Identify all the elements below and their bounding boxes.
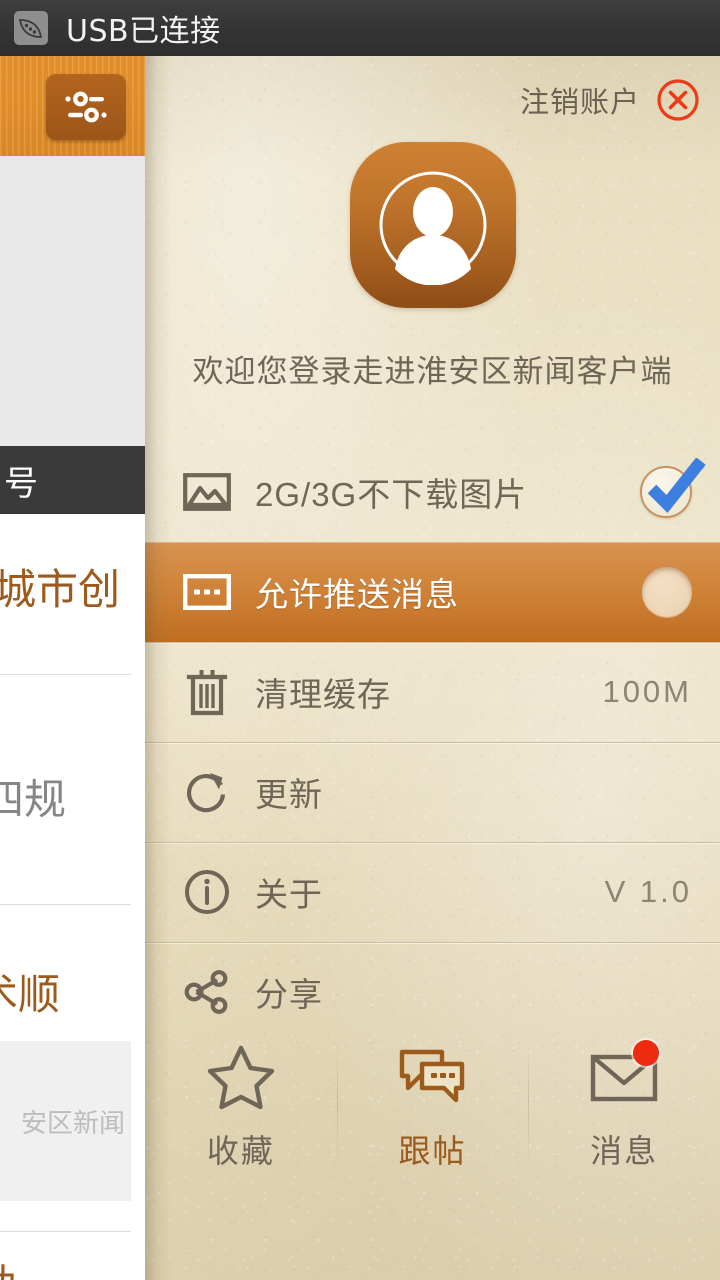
setting-row-update[interactable]: 更新 [145,742,720,842]
background-section-bar-text: 号 [4,464,38,503]
info-icon [181,866,233,918]
tab-favorites[interactable]: 收藏 [145,1036,337,1172]
logout-account-button[interactable]: 注销账户 [520,78,700,122]
welcome-message: 欢迎您登录走进淮安区新闻客户端 [192,354,673,389]
background-divider-3 [0,1231,131,1232]
envelope-icon [587,1040,661,1112]
tab-comments[interactable]: 跟帖 [336,1036,529,1172]
settings-list: 2G/3G不下载图片 允许推送消息 清理缓存 100M 更新 关于 V 1.0 … [145,442,720,1042]
setting-label: 2G/3G不下载图片 [255,476,528,513]
check-icon [647,458,706,514]
setting-row-about[interactable]: 关于 V 1.0 [145,842,720,942]
background-section-bar: 号 [0,446,145,514]
trash-icon [181,666,233,718]
background-app-header [0,56,145,156]
tab-label: 消息 [590,1133,659,1169]
background-placeholder-caption: 安区新闻 [20,1107,125,1138]
setting-label: 更新 [255,776,323,813]
setting-label: 分享 [255,976,323,1013]
setting-row-share[interactable]: 分享 [145,942,720,1042]
image-icon [181,466,233,518]
message-box-icon [181,566,233,618]
close-circle-icon[interactable] [656,78,700,122]
background-divider-1 [0,674,131,675]
share-icon [181,966,233,1018]
app-screen: 号 城市创 四规 术顺 安区新闻 动 注销账户 [0,0,720,1280]
settings-drawer: 注销账户 欢迎您登录走进淮安区新闻客户端 2G/3G不下载图片 允许推送消息 清… [145,56,720,1280]
version-value: V 1.0 [604,874,692,909]
background-divider-2 [0,904,131,905]
checkbox-allow-push-notifications[interactable] [642,567,692,617]
background-snippet-4: 动 [0,1251,16,1280]
tab-label: 跟帖 [398,1133,467,1169]
status-bar: USB已连接 [0,0,720,56]
chat-bubbles-icon [396,1042,470,1112]
settings-button[interactable] [46,74,126,140]
background-snippet-2: 四规 [0,776,67,823]
unread-badge [633,1040,660,1066]
setting-row-allow-push-notifications[interactable]: 允许推送消息 [145,542,720,642]
background-gray-strip [0,156,145,446]
checkbox-no-image-on-mobile-data[interactable] [640,458,706,518]
cache-size-value: 100M [602,674,692,709]
tab-label: 收藏 [206,1133,275,1169]
background-snippet-3: 术顺 [0,971,61,1018]
logout-account-label: 注销账户 [519,87,640,119]
refresh-icon [181,766,233,818]
setting-row-clear-cache[interactable]: 清理缓存 100M [145,642,720,742]
pea-pod-icon [14,11,48,45]
setting-label: 清理缓存 [255,676,391,713]
background-image-placeholder: 安区新闻 [0,1041,131,1201]
user-avatar-icon [379,171,486,285]
sliders-icon [65,91,107,123]
star-icon [204,1042,278,1112]
avatar[interactable] [349,142,516,308]
status-bar-title: USB已连接 [66,14,221,49]
setting-row-no-image-on-mobile-data[interactable]: 2G/3G不下载图片 [145,442,720,542]
drawer-tab-bar: 收藏 跟帖 消息 [145,1036,720,1196]
tab-messages[interactable]: 消息 [528,1036,720,1172]
setting-label: 允许推送消息 [255,576,459,613]
setting-label: 关于 [255,876,323,913]
background-snippet-1: 城市创 [0,566,121,613]
